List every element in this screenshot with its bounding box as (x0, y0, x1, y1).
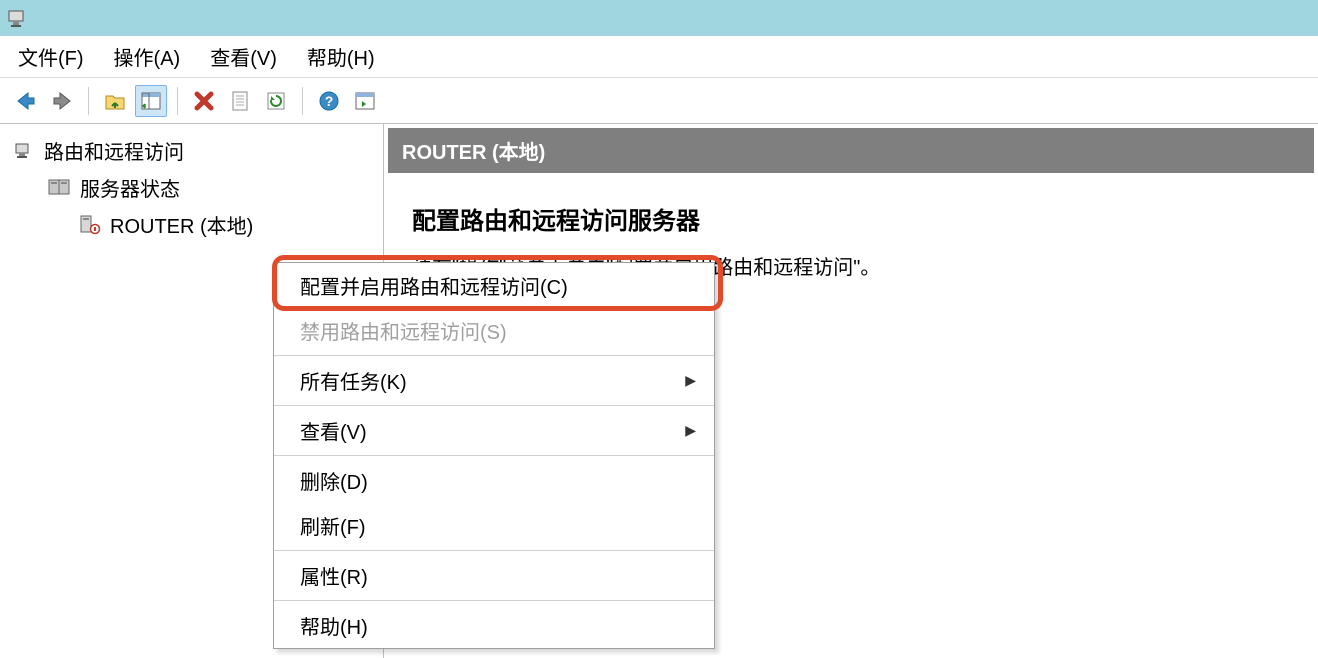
tree-root-label: 路由和远程访问 (44, 136, 184, 165)
folder-up-icon (104, 90, 126, 112)
menu-file[interactable]: 文件(F) (18, 42, 84, 71)
forward-button[interactable] (46, 85, 78, 117)
context-properties-label: 属性(R) (300, 561, 368, 590)
context-help-label: 帮助(H) (300, 611, 368, 640)
svg-text:?: ? (325, 93, 334, 109)
delete-x-icon (193, 90, 215, 112)
server-icon (12, 139, 36, 163)
context-refresh-label: 刷新(F) (300, 511, 366, 540)
context-refresh[interactable]: 刷新(F) (274, 503, 714, 548)
folder-up-button[interactable] (99, 85, 131, 117)
tree-server-status-label: 服务器状态 (80, 173, 180, 202)
menu-help[interactable]: 帮助(H) (307, 42, 375, 71)
submenu-arrow-icon: ▶ (685, 372, 696, 389)
help-icon: ? (318, 90, 340, 112)
toolbar-separator (177, 87, 178, 115)
properties-sheet-icon (229, 90, 251, 112)
menu-view[interactable]: 查看(V) (210, 42, 277, 71)
context-menu: 配置并启用路由和远程访问(C) 禁用路由和远程访问(S) 所有任务(K) ▶ 查… (273, 262, 715, 649)
show-pane-button[interactable] (349, 85, 381, 117)
context-separator (274, 600, 714, 601)
context-delete[interactable]: 删除(D) (274, 458, 714, 503)
context-separator (274, 455, 714, 456)
toolbar-separator (88, 87, 89, 115)
content-heading: 配置路由和远程访问服务器 (412, 201, 1290, 236)
context-configure-label: 配置并启用路由和远程访问(C) (300, 271, 568, 300)
show-pane-icon (354, 90, 376, 112)
context-separator (274, 355, 714, 356)
menu-bar: 文件(F) 操作(A) 查看(V) 帮助(H) (0, 36, 1318, 78)
properties-button[interactable] (224, 85, 256, 117)
context-disable-label: 禁用路由和远程访问(S) (300, 316, 507, 345)
tree-router-local[interactable]: ROUTER (本地) (8, 206, 383, 243)
toolbar-separator (302, 87, 303, 115)
context-properties[interactable]: 属性(R) (274, 553, 714, 598)
help-button[interactable]: ? (313, 85, 345, 117)
title-bar (0, 0, 1318, 36)
menu-action[interactable]: 操作(A) (114, 42, 181, 71)
details-pane-icon (140, 90, 162, 112)
context-configure-enable[interactable]: 配置并启用路由和远程访问(C) (274, 263, 714, 308)
context-all-tasks[interactable]: 所有任务(K) ▶ (274, 358, 714, 403)
tree-server-status[interactable]: 服务器状态 (8, 169, 383, 206)
tree-router-local-label: ROUTER (本地) (110, 210, 253, 239)
details-pane-button[interactable] (135, 85, 167, 117)
context-help[interactable]: 帮助(H) (274, 603, 714, 648)
context-separator (274, 405, 714, 406)
forward-arrow-icon (50, 89, 74, 113)
router-local-icon (78, 213, 102, 237)
context-disable: 禁用路由和远程访问(S) (274, 308, 714, 353)
tree-root-rras[interactable]: 路由和远程访问 (8, 132, 383, 169)
context-view-label: 查看(V) (300, 416, 367, 445)
context-separator (274, 550, 714, 551)
back-arrow-icon (14, 89, 38, 113)
context-all-tasks-label: 所有任务(K) (300, 366, 407, 395)
delete-button[interactable] (188, 85, 220, 117)
refresh-icon (265, 90, 287, 112)
server-status-icon (48, 176, 72, 200)
app-icon (6, 6, 30, 30)
back-button[interactable] (10, 85, 42, 117)
context-view[interactable]: 查看(V) ▶ (274, 408, 714, 453)
content-header: ROUTER (本地) (388, 128, 1314, 173)
submenu-arrow-icon: ▶ (685, 422, 696, 439)
refresh-button[interactable] (260, 85, 292, 117)
toolbar: ? (0, 78, 1318, 124)
context-delete-label: 删除(D) (300, 466, 368, 495)
